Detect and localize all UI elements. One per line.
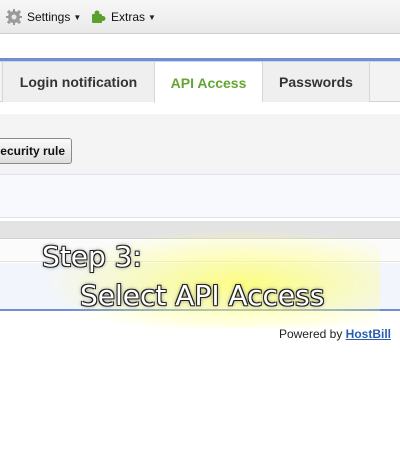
tab-api-access[interactable]: API Access: [154, 62, 262, 103]
step-title: Step 3:: [42, 240, 142, 273]
hostbill-link[interactable]: HostBill: [346, 327, 391, 341]
settings-menu-label: Settings: [27, 10, 71, 24]
extras-menu-label: Extras: [111, 10, 146, 24]
puzzle-icon: [90, 9, 106, 25]
footer: Powered by HostBill: [279, 327, 391, 341]
add-security-rule-button[interactable]: security rule: [0, 138, 72, 164]
footer-prefix: Powered by: [278, 327, 346, 341]
tab-divider: [369, 62, 370, 102]
tab-login-notification[interactable]: Login notification: [2, 62, 154, 102]
gear-icon: [6, 9, 22, 25]
tab-bar: Login notification API Access Passwords: [0, 62, 400, 103]
tab-passwords[interactable]: Passwords: [262, 62, 369, 102]
toolbar: security rule: [0, 114, 400, 174]
chevron-down-icon: ▼: [73, 12, 82, 22]
table-header: [0, 221, 400, 239]
top-menu-bar: Settings ▼ Extras ▼: [0, 0, 400, 34]
step-instruction: Select API Access: [80, 279, 325, 312]
settings-menu[interactable]: Settings ▼: [6, 8, 81, 26]
chevron-down-icon: ▼: [148, 12, 156, 22]
content-panel: [0, 174, 400, 218]
extras-menu[interactable]: Extras ▼: [90, 8, 156, 26]
